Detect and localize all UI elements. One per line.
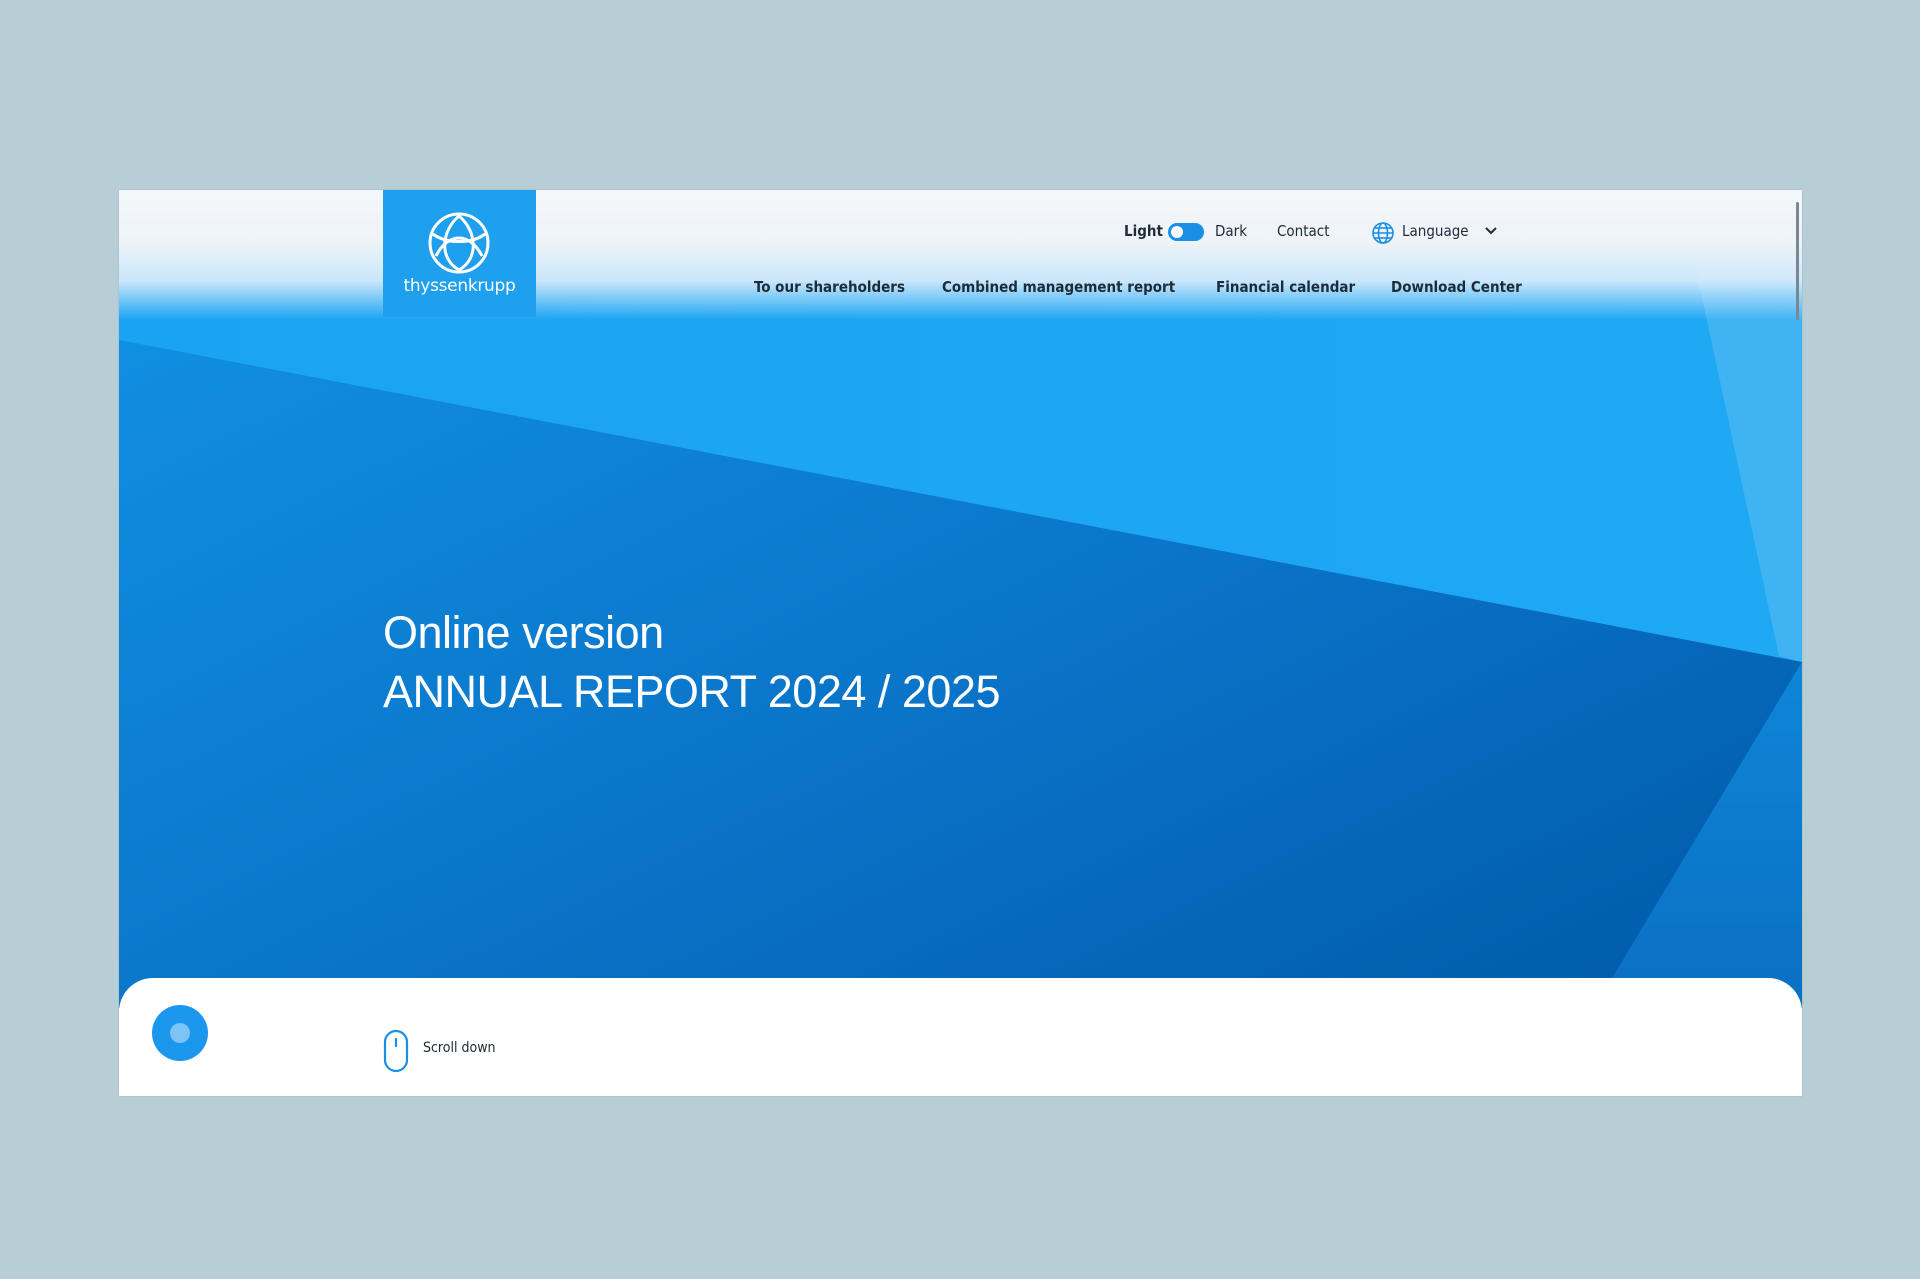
hero-banner: thyssenkrupp Light Dark Contact Language: [119, 190, 1802, 1008]
nav-item-financial-calendar[interactable]: Financial calendar: [1216, 278, 1355, 296]
light-mode-label[interactable]: Light: [1124, 222, 1163, 240]
scroll-down-label[interactable]: Scroll down: [423, 1040, 495, 1056]
chat-button-dot: [170, 1023, 190, 1043]
nav-item-download-center[interactable]: Download Center: [1391, 278, 1522, 296]
logo[interactable]: thyssenkrupp: [383, 190, 536, 317]
globe-icon[interactable]: [1371, 221, 1395, 245]
header-background: [119, 190, 1802, 320]
nav-item-shareholders[interactable]: To our shareholders: [754, 278, 905, 296]
dark-mode-label[interactable]: Dark: [1215, 222, 1247, 240]
mouse-icon[interactable]: [383, 1029, 409, 1073]
scrollbar[interactable]: [1796, 202, 1799, 320]
chevron-down-icon[interactable]: [1485, 226, 1497, 236]
footer-strip: [119, 1008, 1802, 1096]
nav-item-management-report[interactable]: Combined management report: [942, 278, 1175, 296]
hero-heading: ANNUAL REPORT 2024 / 2025: [383, 666, 1001, 717]
chat-button[interactable]: [152, 1005, 208, 1061]
utility-nav: Light Dark Contact Language: [119, 220, 1802, 250]
theme-toggle[interactable]: [1168, 223, 1204, 241]
hero-title: Online version ANNUAL REPORT 2024 / 2025: [383, 603, 1001, 721]
browser-screenshot: thyssenkrupp Light Dark Contact Language: [119, 190, 1802, 1096]
toggle-knob: [1171, 226, 1183, 238]
logo-text: thyssenkrupp: [403, 276, 516, 296]
language-selector[interactable]: Language: [1402, 222, 1469, 240]
hero-subtitle: Online version: [383, 607, 664, 658]
contact-link[interactable]: Contact: [1277, 222, 1330, 240]
